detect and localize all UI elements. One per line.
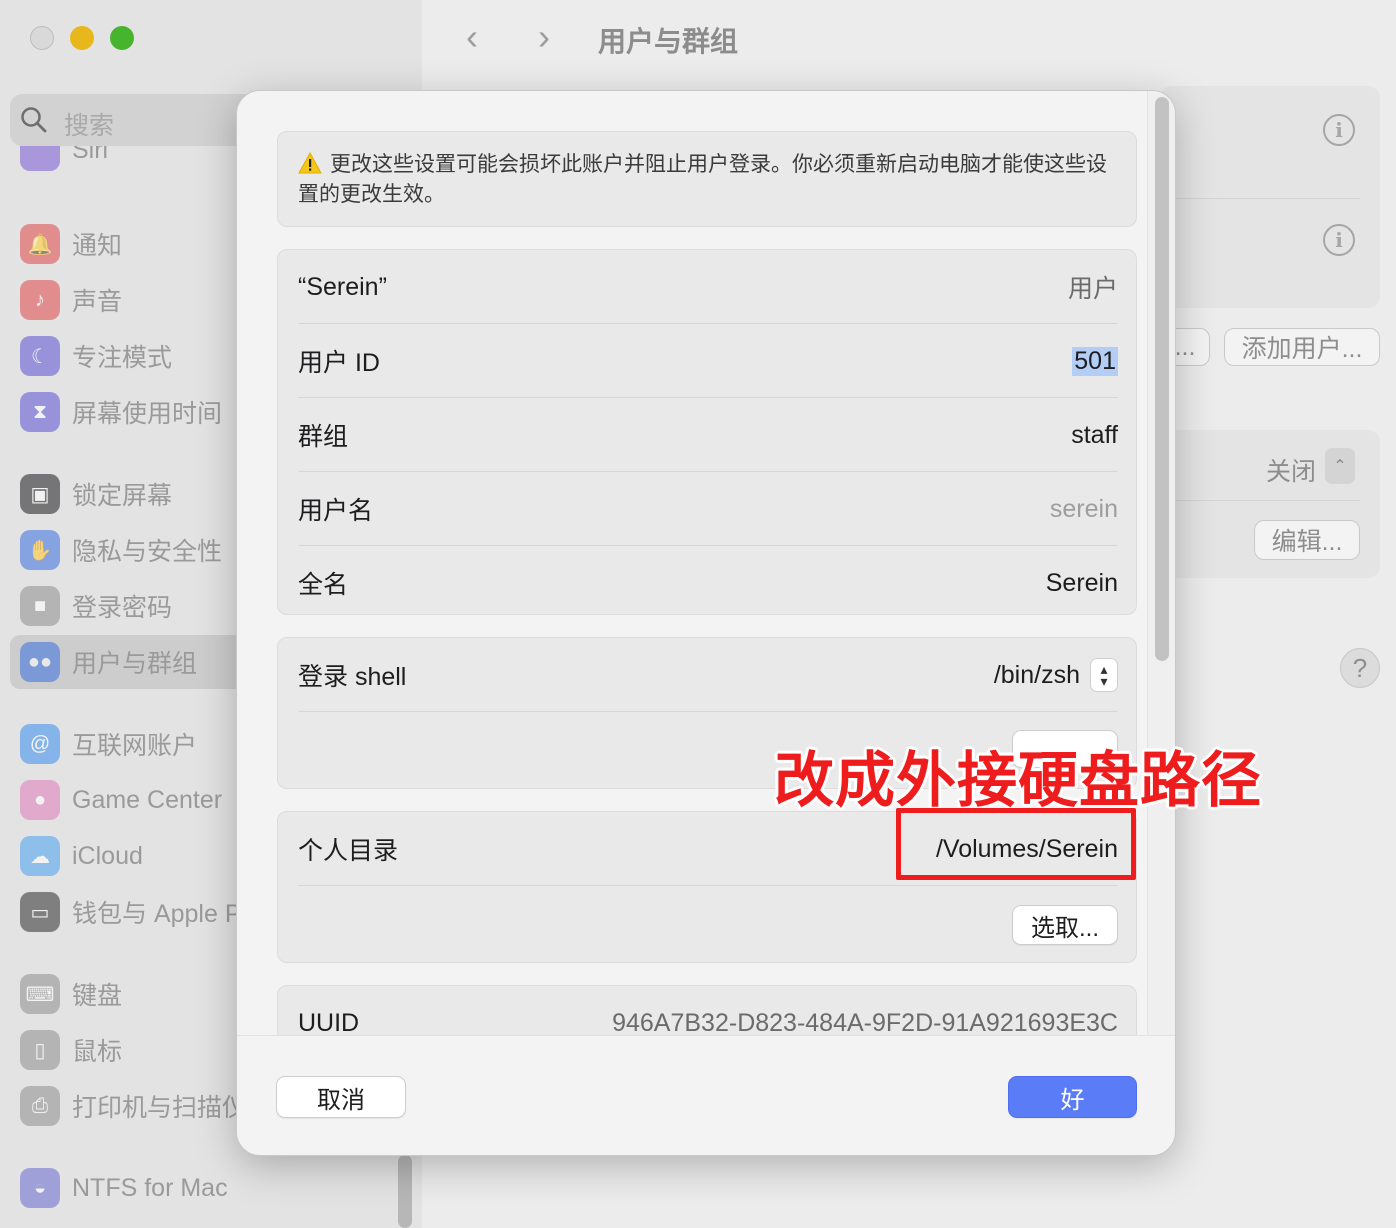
game-center-icon: ● xyxy=(20,780,60,820)
advanced-options-sheet: 更改这些设置可能会损坏此账户并阻止用户登录。你必须重新启动电脑才能使这些设置的更… xyxy=(236,90,1176,1156)
chevron-updown-icon: ▴ ▾ xyxy=(1090,658,1118,692)
info-icon[interactable]: i xyxy=(1323,114,1355,146)
choose-home-button[interactable]: 选取... xyxy=(1012,905,1118,945)
uuid-panel: UUID 946A7B32-D823-484A-9F2D-91A921693E3… xyxy=(277,985,1137,1035)
login-shell-label: 登录 shell xyxy=(298,663,407,691)
login-shell-row: 登录 shell /bin/zsh ▴ ▾ xyxy=(298,638,1118,712)
sidebar-item-label: 通知 xyxy=(72,232,123,260)
printer-icon: ⎙ xyxy=(20,1086,60,1126)
sheet-content: 更改这些设置可能会损坏此账户并阻止用户登录。你必须重新启动电脑才能使这些设置的更… xyxy=(237,91,1175,1035)
search-icon xyxy=(21,107,47,133)
sidebar-item-label: Game Center xyxy=(72,785,223,814)
help-button[interactable]: ? xyxy=(1340,648,1380,688)
divider xyxy=(1176,500,1360,501)
sidebar-item-label: iCloud xyxy=(72,841,143,870)
sidebar-item[interactable]: ◒ NTFS for Mac xyxy=(20,1164,410,1212)
username-field: serein xyxy=(1049,494,1118,523)
page-title: 用户与群组 xyxy=(598,26,739,57)
fullname-label: 全名 xyxy=(298,571,349,599)
keyboard-icon: ⌨ xyxy=(20,974,60,1014)
bell-icon: 🔔 xyxy=(20,224,60,264)
sidebar-item-label: 用户与群组 xyxy=(72,650,198,678)
close-window-button[interactable] xyxy=(30,26,54,50)
group-field[interactable]: staff xyxy=(1071,421,1118,450)
group-label: 群组 xyxy=(298,423,349,451)
moon-icon: ☾ xyxy=(20,336,60,376)
cloud-icon: ☁ xyxy=(20,836,60,876)
warning-banner: 更改这些设置可能会损坏此账户并阻止用户登录。你必须重新启动电脑才能使这些设置的更… xyxy=(277,131,1137,227)
group-row: 群组 staff xyxy=(298,398,1118,472)
add-user-button[interactable]: 添加用户... xyxy=(1224,328,1380,366)
auto-login-value[interactable]: 关闭 xyxy=(1266,452,1316,488)
search-placeholder: 搜索 xyxy=(64,112,115,140)
login-shell-popup[interactable]: /bin/zsh ▴ ▾ xyxy=(994,658,1118,692)
sidebar-item-label: 登录密码 xyxy=(72,594,173,622)
sidebar-item-label: 互联网账户 xyxy=(72,732,198,760)
sidebar-item-label: 打印机与扫描仪 xyxy=(72,1094,248,1122)
uid-row: 用户 ID 501 xyxy=(298,324,1118,398)
fullname-row: 全名 Serein xyxy=(298,546,1118,620)
zoom-window-button[interactable] xyxy=(110,26,134,50)
account-info-panel: “Serein” 用户 用户 ID 501 群组 staff 用户名 serei… xyxy=(277,249,1137,615)
lock-screen-icon: ▣ xyxy=(20,474,60,514)
minimize-window-button[interactable] xyxy=(70,26,94,50)
divider xyxy=(1176,198,1360,199)
sidebar-item-label: 专注模式 xyxy=(72,344,173,372)
users-icon: ●● xyxy=(20,642,60,682)
hourglass-icon: ⧗ xyxy=(20,392,60,432)
uuid-row: UUID 946A7B32-D823-484A-9F2D-91A921693E3… xyxy=(298,986,1118,1036)
footer-divider xyxy=(237,1035,1175,1036)
sidebar-item-label: 隐私与安全性 xyxy=(72,538,223,566)
sidebar-scrollbar[interactable] xyxy=(398,1155,412,1228)
wallet-icon: ▭ xyxy=(20,892,60,932)
uuid-label: UUID xyxy=(298,1008,360,1036)
divider xyxy=(298,711,1118,712)
login-shell-value: /bin/zsh xyxy=(993,660,1080,689)
info-icon[interactable]: i xyxy=(1323,224,1355,256)
mouse-icon: ▯ xyxy=(20,1030,60,1070)
popup-stepper-icon[interactable]: ⌃ xyxy=(1325,448,1355,484)
username-row: 用户名 serein xyxy=(298,472,1118,546)
username-label: 用户名 xyxy=(298,497,374,525)
annotation-label: 改成外接硬盘路径 xyxy=(774,747,1262,814)
cancel-button[interactable]: 取消 xyxy=(276,1076,406,1118)
hand-icon: ✋ xyxy=(20,530,60,570)
account-name-row: “Serein” 用户 xyxy=(298,250,1118,324)
sheet-scrollbar-thumb[interactable] xyxy=(1155,97,1169,661)
divider xyxy=(298,885,1118,886)
sidebar-item-label: 键盘 xyxy=(72,982,123,1010)
at-icon: @ xyxy=(20,724,60,764)
ok-button[interactable]: 好 xyxy=(1008,1076,1137,1118)
ntfs-icon: ◒ xyxy=(20,1168,60,1208)
annotation-highlight-box xyxy=(896,808,1136,880)
sidebar-item-label: Siri xyxy=(72,146,109,164)
account-name: “Serein” xyxy=(298,272,387,301)
sidebar-item-label: 声音 xyxy=(72,288,123,316)
uuid-field[interactable]: 946A7B32-D823-484A-9F2D-91A921693E3C xyxy=(612,1009,1118,1036)
account-type: 用户 xyxy=(1067,275,1118,303)
sidebar-search-field[interactable]: 搜索 xyxy=(10,94,270,146)
sidebar-item-label: 鼠标 xyxy=(72,1038,123,1066)
back-icon[interactable]: ‹ xyxy=(466,16,478,58)
sidebar-item-label: 屏幕使用时间 xyxy=(72,400,223,428)
sidebar-item-label: 钱包与 Apple P xyxy=(72,900,242,928)
sidebar-item-label: NTFS for Mac xyxy=(72,1173,228,1202)
warning-icon xyxy=(298,152,322,174)
lock-icon: ■ xyxy=(20,586,60,626)
sidebar-item-label: 锁定屏幕 xyxy=(72,482,173,510)
speaker-icon: ♪ xyxy=(20,280,60,320)
uid-label: 用户 ID xyxy=(298,349,380,377)
fullname-field[interactable]: Serein xyxy=(1046,569,1118,598)
uid-field[interactable]: 501 xyxy=(1072,346,1118,376)
warning-text: 更改这些设置可能会损坏此账户并阻止用户登录。你必须重新启动电脑才能使这些设置的更… xyxy=(298,153,1107,206)
forward-icon[interactable]: › xyxy=(538,16,550,58)
edit-button[interactable]: 编辑... xyxy=(1254,520,1360,560)
siri-icon xyxy=(20,146,60,171)
home-directory-label: 个人目录 xyxy=(298,837,399,865)
